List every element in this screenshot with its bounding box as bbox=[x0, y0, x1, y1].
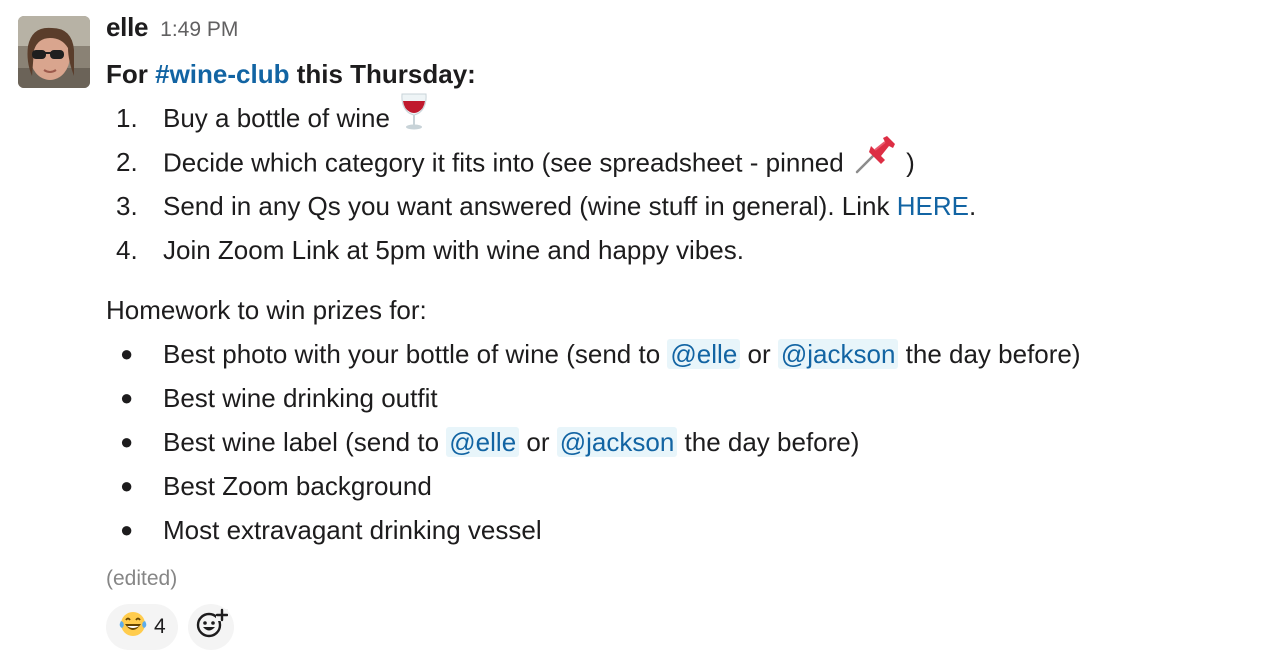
author-name[interactable]: elle bbox=[106, 12, 148, 43]
item-text: Most extravagant drinking vessel bbox=[163, 515, 542, 545]
item-text: the day before) bbox=[677, 427, 860, 457]
laughing-tears-icon bbox=[118, 609, 148, 645]
list-item: ● Best wine drinking outfit bbox=[106, 376, 1256, 420]
reaction-count: 4 bbox=[154, 615, 166, 638]
item-text: Best photo with your bottle of wine (sen… bbox=[163, 339, 668, 369]
list-marker: 4. bbox=[116, 235, 138, 265]
bullet-marker: ● bbox=[120, 517, 134, 542]
bullet-marker: ● bbox=[120, 473, 134, 498]
bullet-marker: ● bbox=[120, 341, 134, 366]
list-marker: 2. bbox=[116, 147, 138, 177]
message-headline: For #wine-club this Thursday: bbox=[106, 52, 1256, 96]
add-reaction-button[interactable] bbox=[187, 604, 234, 650]
step-text-end: ) bbox=[906, 147, 915, 178]
list-item: ● Best photo with your bottle of wine (s… bbox=[106, 332, 1256, 376]
avatar[interactable] bbox=[18, 16, 90, 88]
item-text: the day before) bbox=[898, 339, 1081, 369]
here-link[interactable]: HERE bbox=[897, 191, 969, 221]
list-item: 3. Send in any Qs you want answered (win… bbox=[106, 184, 1256, 228]
homework-title: Homework to win prizes for: bbox=[106, 295, 427, 325]
steps-list: 1. Buy a bottle of wine 2. Decide which … bbox=[106, 93, 1256, 272]
list-marker: 3. bbox=[116, 191, 138, 221]
list-item: ● Best Zoom background bbox=[106, 464, 1256, 508]
step-text: Decide which category it fits into (see … bbox=[163, 147, 844, 178]
edited-label: (edited) bbox=[106, 567, 178, 590]
mention-elle[interactable]: @elle bbox=[446, 427, 520, 457]
homework-list: ● Best photo with your bottle of wine (s… bbox=[106, 332, 1256, 552]
step-text: Buy a bottle of wine bbox=[163, 103, 390, 133]
list-item: ● Most extravagant drinking vessel bbox=[106, 508, 1256, 552]
item-text: Best Zoom background bbox=[163, 471, 432, 501]
add-reaction-icon bbox=[194, 607, 228, 647]
bullet-marker: ● bbox=[120, 429, 134, 454]
bullet-marker: ● bbox=[120, 385, 134, 410]
item-text: Best wine drinking outfit bbox=[163, 383, 438, 413]
list-item: 1. Buy a bottle of wine bbox=[106, 93, 1256, 140]
timestamp[interactable]: 1:49 PM bbox=[160, 18, 238, 42]
channel-link[interactable]: #wine-club bbox=[155, 59, 289, 89]
headline-prefix: For bbox=[106, 59, 156, 89]
avatar-photo bbox=[18, 16, 90, 88]
wine-glass-icon bbox=[397, 91, 431, 144]
item-text: Best wine label (send to bbox=[163, 427, 447, 457]
message: elle 1:49 PM For #wine-club this Thursda… bbox=[0, 0, 1276, 656]
item-text: or bbox=[519, 427, 557, 457]
step-text: Send in any Qs you want answered (wine s… bbox=[163, 191, 897, 221]
list-marker: 1. bbox=[116, 103, 138, 133]
headline-suffix: this Thursday: bbox=[289, 59, 476, 89]
mention-jackson[interactable]: @jackson bbox=[777, 339, 899, 369]
mention-jackson[interactable]: @jackson bbox=[556, 427, 678, 457]
list-item: 4. Join Zoom Link at 5pm with wine and h… bbox=[106, 228, 1256, 272]
item-text: or bbox=[740, 339, 778, 369]
step-text: Join Zoom Link at 5pm with wine and happ… bbox=[163, 235, 744, 265]
mention-elle[interactable]: @elle bbox=[667, 339, 741, 369]
reaction-laughing[interactable]: 4 bbox=[106, 604, 178, 650]
reactions-bar: 4 bbox=[106, 604, 1256, 650]
step-text-end: . bbox=[968, 191, 977, 221]
list-item: 2. Decide which category it fits into (s… bbox=[106, 136, 1256, 184]
pushpin-icon bbox=[851, 134, 899, 189]
list-item: ● Best wine label (send to @elle or @jac… bbox=[106, 420, 1256, 464]
